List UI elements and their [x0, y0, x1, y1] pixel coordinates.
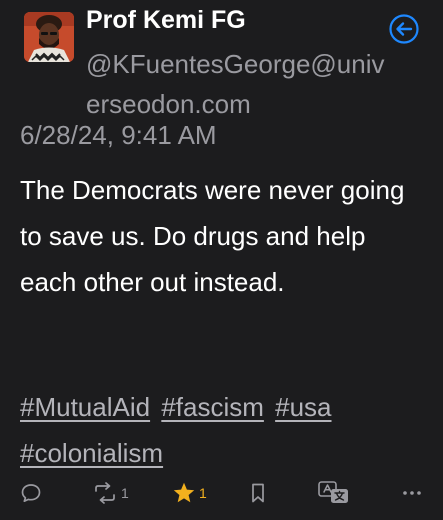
hashtag-link[interactable]: #MutualAid	[20, 392, 150, 422]
hashtag-link[interactable]: #usa	[275, 392, 331, 422]
more-icon	[403, 491, 421, 495]
translate-icon	[318, 481, 348, 503]
bookmark-icon	[252, 483, 264, 503]
favorite-count: 1	[199, 485, 207, 501]
hashtag-link[interactable]: #colonialism	[20, 438, 163, 468]
star-icon	[173, 482, 195, 503]
post-body: The Democrats were never going to save u…	[20, 175, 405, 297]
boost-button[interactable]: 1	[92, 474, 129, 512]
avatar-photo-icon	[24, 12, 74, 62]
post-card: Prof Kemi FG @KFuentesGeorge@universeodo…	[0, 0, 443, 520]
reply-button[interactable]	[20, 474, 42, 512]
bookmark-button[interactable]	[249, 474, 267, 512]
author-display-name[interactable]: Prof Kemi FG	[86, 6, 246, 35]
back-button[interactable]	[388, 13, 420, 45]
hashtag-list: #MutualAid #fascism #usa #colonialism	[20, 384, 430, 476]
action-bar: 1 1	[0, 474, 443, 512]
boost-count: 1	[121, 485, 129, 501]
hashtag-link[interactable]: #fascism	[161, 392, 264, 422]
more-button[interactable]	[401, 474, 423, 512]
post-timestamp[interactable]: 6/28/24, 9:41 AM	[20, 120, 217, 151]
avatar[interactable]	[24, 12, 74, 62]
translate-button[interactable]	[318, 474, 350, 512]
author-handle[interactable]: @KFuentesGeorge@universeodon.com	[86, 44, 386, 124]
boost-icon	[95, 482, 115, 504]
reply-icon	[21, 484, 41, 503]
back-arrow-icon	[389, 14, 419, 44]
favorite-button[interactable]: 1	[172, 474, 207, 512]
